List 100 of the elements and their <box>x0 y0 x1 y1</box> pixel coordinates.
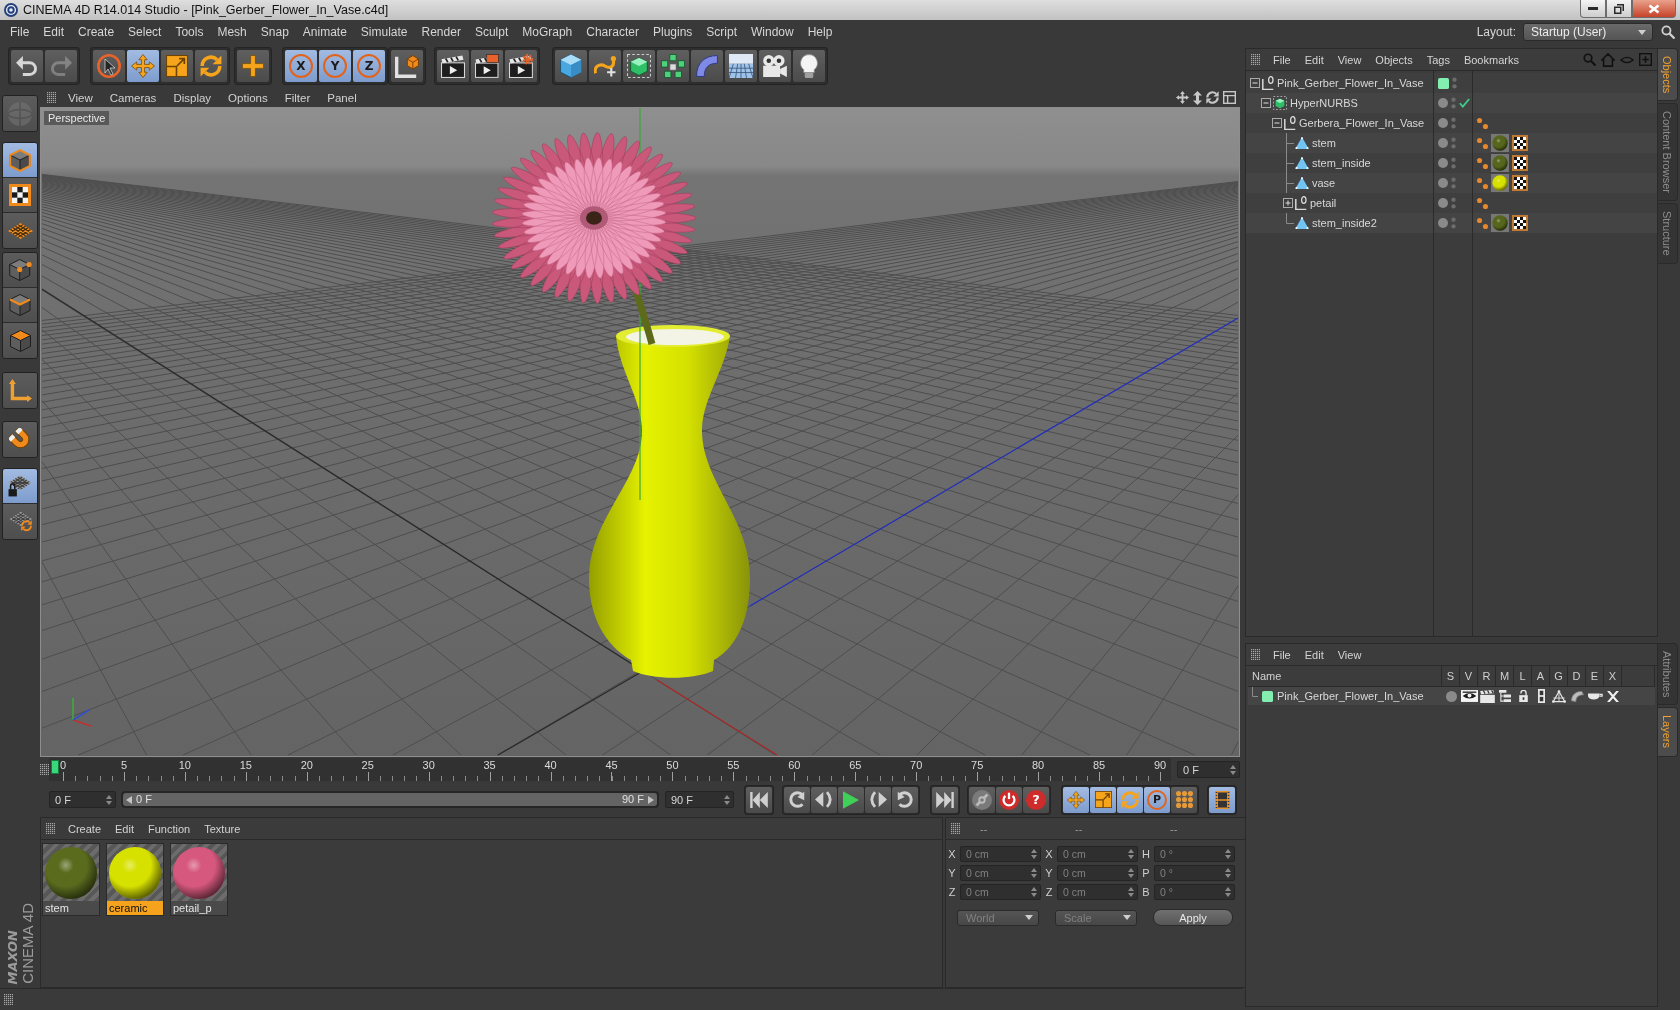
scale-tool-button[interactable] <box>161 50 193 82</box>
four-way-arrows-icon[interactable] <box>1176 91 1189 104</box>
rotate-tool-button[interactable] <box>195 50 227 82</box>
restore-button[interactable] <box>1606 0 1632 18</box>
column-header[interactable]: Name <box>1248 666 1442 686</box>
minimize-button[interactable] <box>1580 0 1606 18</box>
menu-item[interactable]: Select <box>121 25 169 39</box>
menu-item[interactable]: Create <box>71 25 122 39</box>
film-icon[interactable] <box>1537 689 1545 703</box>
stacked-dots-icon[interactable] <box>1451 217 1456 229</box>
object-row[interactable]: stem <box>1246 133 1657 153</box>
close-button[interactable] <box>1632 0 1676 18</box>
grip-icon[interactable] <box>4 994 13 1005</box>
dot-icon[interactable] <box>1438 158 1448 168</box>
move-tool-button[interactable] <box>127 50 159 82</box>
menu-item[interactable]: View <box>1330 53 1369 66</box>
menu-item[interactable]: Sculpt <box>467 25 516 39</box>
padlock-icon[interactable] <box>1518 690 1528 702</box>
column-header[interactable]: M <box>1496 666 1514 686</box>
object-name[interactable]: stem <box>1312 137 1336 149</box>
panel-tab[interactable]: Objects <box>1658 48 1678 102</box>
column-header[interactable]: A <box>1532 666 1550 686</box>
menu-item[interactable]: Bookmarks <box>1456 53 1526 66</box>
menu-item[interactable]: Display <box>164 91 220 104</box>
menu-item[interactable]: View <box>59 91 101 104</box>
menu-item[interactable]: Objects <box>1368 53 1420 66</box>
dot-icon[interactable] <box>1438 118 1448 128</box>
eye-icon[interactable] <box>1460 690 1478 702</box>
axis-lock-button[interactable]: X <box>285 50 317 82</box>
cross-icon[interactable] <box>1607 690 1619 702</box>
right-arrow-icon[interactable] <box>648 795 654 804</box>
key-selection-button[interactable] <box>969 786 995 813</box>
menu-item[interactable]: Script <box>699 25 744 39</box>
object-row[interactable]: HyperNURBS <box>1246 93 1657 113</box>
previous-key-button[interactable] <box>784 786 810 813</box>
grip-icon[interactable] <box>47 92 56 103</box>
material-swatch[interactable]: ceramic <box>106 843 164 916</box>
color-swatch-icon[interactable] <box>1438 77 1449 89</box>
autokey-button[interactable]: ? <box>1023 786 1049 813</box>
up-down-arrows-icon[interactable] <box>1193 90 1202 105</box>
spinner-arrows-icon[interactable] <box>724 794 730 805</box>
object-name[interactable]: petail <box>1310 197 1337 209</box>
spinner-arrows-icon[interactable] <box>106 794 112 805</box>
play-button[interactable] <box>838 786 864 813</box>
playhead[interactable] <box>51 760 59 774</box>
snap-button[interactable] <box>3 504 37 539</box>
cup-icon[interactable] <box>1587 692 1603 700</box>
minus-box-icon[interactable] <box>1272 118 1282 128</box>
grip-icon[interactable] <box>1251 54 1260 65</box>
window-layout-icon[interactable] <box>1223 91 1236 104</box>
layout-dropdown[interactable]: Startup (User) <box>1523 23 1653 41</box>
points-mode-button[interactable] <box>3 253 37 288</box>
menu-item[interactable]: Render <box>414 25 468 39</box>
object-name[interactable]: stem_inside2 <box>1312 217 1377 229</box>
stacked-dots-icon[interactable] <box>1451 117 1456 129</box>
menu-item[interactable]: File <box>1266 53 1298 66</box>
menu-item[interactable]: File <box>3 25 37 39</box>
add-cloner-button[interactable] <box>657 50 689 82</box>
menu-item[interactable]: Function <box>141 822 198 835</box>
picture-viewer-button[interactable] <box>471 50 503 82</box>
add-floor-button[interactable] <box>725 50 757 82</box>
menu-item[interactable]: Snap <box>253 25 296 39</box>
panel-tab[interactable]: Attributes <box>1658 643 1678 706</box>
grip-icon[interactable] <box>46 823 55 834</box>
color-swatch-icon[interactable] <box>1262 690 1273 702</box>
stacked-dots-icon[interactable] <box>1452 77 1457 89</box>
grip-icon[interactable] <box>40 764 49 775</box>
stacked-dots-icon[interactable] <box>1451 137 1456 149</box>
clapperboard-icon[interactable] <box>1479 689 1495 703</box>
checkmark-icon[interactable] <box>1459 98 1470 108</box>
viewport-3d-view[interactable]: Perspective <box>40 107 1240 757</box>
preview-range-slider[interactable]: 0 F 90 F <box>123 793 657 806</box>
menu-item[interactable]: Tools <box>168 25 211 39</box>
workplane-mode-button[interactable] <box>3 213 37 248</box>
scale-key-button[interactable] <box>1090 786 1116 813</box>
left-arrow-icon[interactable] <box>126 795 132 804</box>
menu-item[interactable]: Mesh <box>210 25 254 39</box>
add-deformer-button[interactable] <box>691 50 723 82</box>
menu-item[interactable]: Edit <box>1297 648 1331 661</box>
texture-mode-button[interactable] <box>3 178 37 213</box>
curved-shape-icon[interactable] <box>1570 690 1584 702</box>
dot-icon[interactable] <box>1438 178 1448 188</box>
object-name[interactable]: vase <box>1312 177 1336 189</box>
layer-name[interactable]: Pink_Gerber_Flower_In_Vase <box>1277 690 1424 702</box>
render-view-button[interactable] <box>437 50 469 82</box>
menu-item[interactable]: Edit <box>36 25 72 39</box>
object-name[interactable]: HyperNURBS <box>1290 97 1358 109</box>
menu-item[interactable]: Panel <box>318 91 365 104</box>
axis-lock-button[interactable]: Z <box>353 50 385 82</box>
panel-tab[interactable]: Structure <box>1658 203 1678 264</box>
record-button[interactable] <box>996 786 1022 813</box>
minus-box-icon[interactable] <box>1261 98 1271 108</box>
stacked-dots-icon[interactable] <box>1451 177 1456 189</box>
object-name[interactable]: stem_inside <box>1312 157 1371 169</box>
model-mode-button[interactable] <box>3 143 37 178</box>
add-spline-button[interactable] <box>589 50 621 82</box>
menu-item[interactable]: Simulate <box>353 25 415 39</box>
column-header[interactable]: E <box>1586 666 1604 686</box>
menu-item[interactable]: Plugins <box>645 25 700 39</box>
material-swatch[interactable]: stem <box>42 843 100 916</box>
